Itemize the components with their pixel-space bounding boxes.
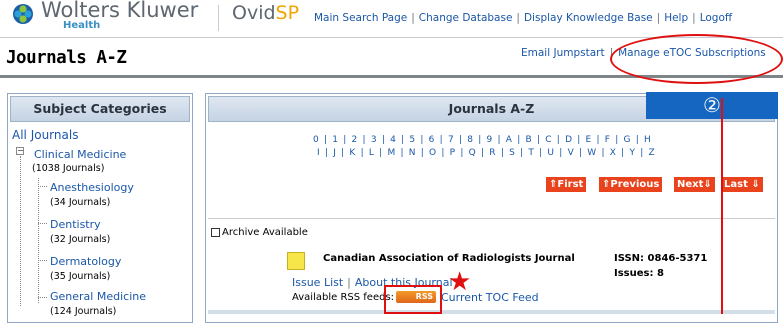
tree-connector <box>38 223 47 224</box>
annotation-rectangle <box>384 285 442 314</box>
brand-name: Wolters Kluwer <box>41 0 199 22</box>
subject-categories-heading: Subject Categories <box>10 96 190 122</box>
top-navigation: Main Search Page | Change Database | Display… <box>314 12 732 24</box>
nav-separator: | <box>692 12 696 24</box>
tree-connector <box>38 178 39 303</box>
subcategory-dermatology[interactable]: Dermatology <box>50 255 121 268</box>
nav-help[interactable]: Help <box>664 12 688 24</box>
category-count: (1038 Journals) <box>32 163 105 174</box>
archive-available-label: Archive Available <box>222 227 308 238</box>
header-divider <box>218 5 219 31</box>
product-logo: OvidSP <box>232 2 299 24</box>
tree-connector <box>20 156 21 306</box>
subcategory-count: (35 Journals) <box>50 271 111 282</box>
subcategory-count: (34 Journals) <box>50 197 111 208</box>
rss-feeds-label: Available RSS feeds: <box>292 292 395 303</box>
tree-connector <box>38 260 47 261</box>
archive-icon <box>211 228 220 237</box>
nav-separator: | <box>411 12 415 24</box>
first-page-button[interactable]: ⇑First <box>546 177 587 192</box>
nav-main-search-page[interactable]: Main Search Page <box>314 12 407 24</box>
journals-panel <box>205 93 778 323</box>
previous-page-button[interactable]: ⇑Previous <box>599 177 663 192</box>
subcategory-dentistry[interactable]: Dentistry <box>50 218 101 231</box>
page-title: Journals A-Z <box>6 48 127 68</box>
journal-note-icon <box>287 252 305 270</box>
alphabet-index-row-1[interactable]: 0 | 1 | 2 | 3 | 4 | 5 | 6 | 7 | 8 | 9 | … <box>313 135 652 145</box>
issue-list-link[interactable]: Issue List <box>292 276 343 289</box>
annotation-line <box>721 98 723 314</box>
last-page-button[interactable]: Last ⇓ <box>721 177 763 192</box>
alphabet-index-row-2[interactable]: I | J | K | L | M | N | O | P | Q | R | … <box>317 148 656 158</box>
next-page-button[interactable]: Next⇓ <box>674 177 715 192</box>
subcategory-general-medicine[interactable]: General Medicine <box>50 290 146 303</box>
email-jumpstart-link[interactable]: Email Jumpstart <box>521 47 605 59</box>
category-clinical-medicine[interactable]: Clinical Medicine <box>34 148 126 161</box>
brand-subtitle: Health <box>63 20 101 31</box>
journal-issues: Issues: 8 <box>614 268 664 279</box>
link-separator: | <box>347 276 351 289</box>
annotation-ellipse <box>610 34 783 84</box>
journal-issn: ISSN: 0846-5371 <box>614 253 708 264</box>
subcategory-count: (32 Journals) <box>50 234 111 245</box>
subcategory-count: (124 Journals) <box>50 306 117 317</box>
nav-separator: | <box>656 12 661 24</box>
annotation-star-icon: ★ <box>448 267 472 297</box>
collapse-toggle-icon[interactable]: − <box>16 147 24 155</box>
subcategory-anesthesiology[interactable]: Anesthesiology <box>50 181 134 194</box>
nav-change-database[interactable]: Change Database <box>419 12 513 24</box>
section-divider <box>208 218 775 219</box>
journal-title[interactable]: Canadian Association of Radiologists Jou… <box>323 253 575 264</box>
wolters-kluwer-logo-icon <box>13 4 33 24</box>
tree-connector <box>38 297 47 298</box>
nav-separator: | <box>516 12 520 24</box>
nav-display-knowledge-base[interactable]: Display Knowledge Base <box>524 12 653 24</box>
tree-connector <box>38 186 47 187</box>
row-divider <box>208 310 775 314</box>
product-name: Ovid <box>232 2 276 24</box>
step-marker-overlay: ② <box>646 92 778 119</box>
nav-logoff[interactable]: Logoff <box>700 12 732 24</box>
product-accent: SP <box>275 2 300 24</box>
all-journals-link[interactable]: All Journals <box>12 128 78 142</box>
